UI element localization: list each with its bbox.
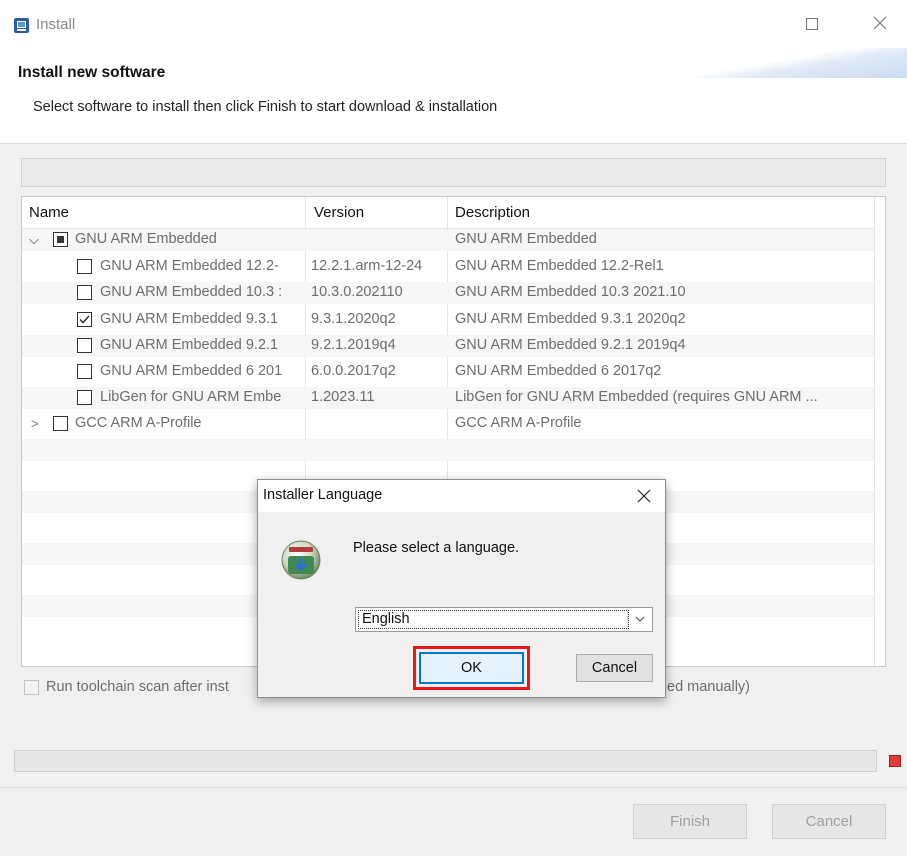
table-row[interactable]: > GCC ARM A-Profile GCC ARM A-Profile <box>22 413 874 435</box>
row-checkbox[interactable] <box>77 285 92 300</box>
dialog-cancel-button[interactable]: Cancel <box>576 654 653 682</box>
row-name: GNU ARM Embedded 10.3 : <box>100 284 283 300</box>
checkmark-icon <box>79 315 90 324</box>
cancel-button[interactable]: Cancel <box>772 804 886 839</box>
table-row[interactable]: GNU ARM Embedded 9.3.1 9.3.1.2020q2 GNU … <box>22 309 874 331</box>
table-row[interactable]: GNU ARM Embedded 10.3 : 10.3.0.202110 GN… <box>22 282 874 304</box>
maximize-button[interactable] <box>806 18 818 30</box>
install-window: Install Install new software Select soft… <box>0 0 907 856</box>
row-name: GCC ARM A-Profile <box>75 415 202 431</box>
row-description: GNU ARM Embedded 9.3.1 2020q2 <box>455 311 686 327</box>
row-name: GNU ARM Embedded 9.3.1 <box>100 311 279 327</box>
row-description: GNU ARM Embedded 6 2017q2 <box>455 363 662 379</box>
row-version: 6.0.0.2017q2 <box>311 363 396 379</box>
stop-icon[interactable] <box>889 755 901 767</box>
row-description: GNU ARM Embedded <box>455 231 597 247</box>
chevron-down-icon[interactable]: ⌵ <box>29 232 39 248</box>
row-description: GNU ARM Embedded 12.2-Rel1 <box>455 258 664 274</box>
eclipse-installer-icon <box>14 18 29 33</box>
row-checkbox[interactable] <box>77 312 92 327</box>
row-version: 12.2.1.arm-12-24 <box>311 258 423 274</box>
row-version: 9.2.1.2019q4 <box>311 337 396 353</box>
row-name: GNU ARM Embedded 6 201 <box>100 363 283 379</box>
ok-button[interactable]: OK <box>419 652 524 684</box>
row-description: GCC ARM A-Profile <box>455 415 582 431</box>
dialog-title: Installer Language <box>263 487 383 503</box>
row-checkbox[interactable] <box>77 364 92 379</box>
installer-icon <box>281 540 321 580</box>
row-version: 10.3.0.202110 <box>311 284 403 300</box>
table-row[interactable]: GNU ARM Embedded 9.2.1 9.2.1.2019q4 GNU … <box>22 335 874 357</box>
table-row[interactable]: LibGen for GNU ARM Embe 1.2023.11 LibGen… <box>22 387 874 409</box>
row-name: GNU ARM Embedded 9.2.1 <box>100 337 279 353</box>
row-description: GNU ARM Embedded 10.3 2021.10 <box>455 284 686 300</box>
row-checkbox[interactable] <box>77 259 92 274</box>
wizard-header: Install new software Select software to … <box>0 48 907 144</box>
row-name: GNU ARM Embedded <box>75 231 217 247</box>
footer-divider <box>0 787 907 788</box>
chevron-right-icon[interactable]: > <box>31 416 39 431</box>
run-scan-checkbox[interactable] <box>24 680 39 695</box>
row-checkbox[interactable] <box>77 338 92 353</box>
row-version: 1.2023.11 <box>311 389 375 405</box>
dialog-message: Please select a language. <box>353 540 520 556</box>
vertical-scrollbar[interactable] <box>874 197 885 666</box>
row-name: LibGen for GNU ARM Embe <box>100 389 282 405</box>
page-description: Select software to install then click Fi… <box>33 99 498 115</box>
row-checkbox[interactable] <box>53 416 68 431</box>
table-header: Name Version Description <box>22 197 885 229</box>
column-header-description[interactable]: Description <box>455 204 530 221</box>
page-title: Install new software <box>18 64 166 81</box>
column-header-version[interactable]: Version <box>314 204 364 221</box>
row-checkbox[interactable] <box>77 390 92 405</box>
column-header-name[interactable]: Name <box>29 204 69 221</box>
installer-language-dialog: Installer Language Please select a langu… <box>257 479 666 698</box>
chevron-down-icon[interactable] <box>627 608 652 631</box>
selected-language: English <box>358 610 629 629</box>
row-name: GNU ARM Embedded 12.2- <box>100 258 279 274</box>
language-select[interactable]: English <box>355 607 653 632</box>
table-row[interactable]: ⌵ GNU ARM Embedded GNU ARM Embedded <box>22 229 874 251</box>
row-checkbox[interactable] <box>53 232 68 247</box>
finish-button[interactable]: Finish <box>633 804 747 839</box>
row-version: 9.3.1.2020q2 <box>311 311 396 327</box>
window-title: Install <box>36 16 76 33</box>
close-icon[interactable] <box>868 11 892 35</box>
table-row <box>22 439 874 461</box>
table-row[interactable]: GNU ARM Embedded 12.2- 12.2.1.arm-12-24 … <box>22 256 874 278</box>
row-description: GNU ARM Embedded 9.2.1 2019q4 <box>455 337 686 353</box>
run-scan-label-tail: ed manually) <box>667 679 751 695</box>
filter-input[interactable] <box>21 158 886 187</box>
dialog-title-bar: Installer Language <box>258 480 665 512</box>
run-scan-label: Run toolchain scan after inst <box>46 679 229 695</box>
header-banner <box>690 48 907 78</box>
row-description: LibGen for GNU ARM Embedded (requires GN… <box>455 389 818 405</box>
progress-bar <box>14 750 877 772</box>
close-icon[interactable] <box>636 488 652 504</box>
title-bar: Install <box>0 0 907 48</box>
table-row[interactable]: GNU ARM Embedded 6 201 6.0.0.2017q2 GNU … <box>22 361 874 383</box>
